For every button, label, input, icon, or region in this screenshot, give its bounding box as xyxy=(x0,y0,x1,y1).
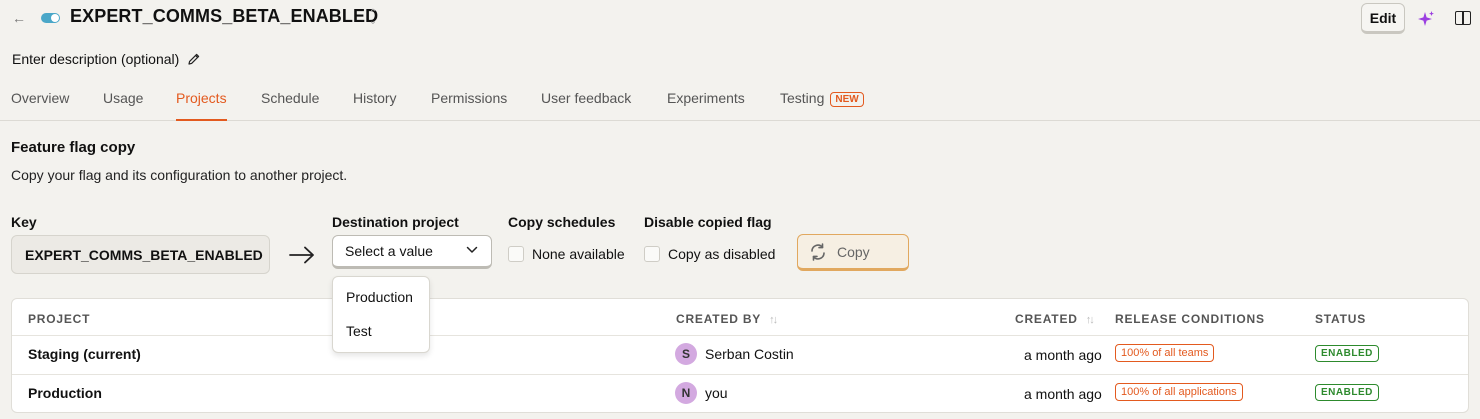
tab-bar: Overview Usage Projects Schedule History… xyxy=(0,80,1480,121)
copy-as-disabled-checkbox[interactable] xyxy=(644,246,660,262)
column-header-status: STATUS xyxy=(1315,312,1367,326)
destination-project-label: Destination project xyxy=(332,214,459,230)
description-field[interactable]: Enter description (optional) xyxy=(12,51,201,67)
dropdown-option-test[interactable]: Test xyxy=(346,323,372,339)
copy-schedules-option: None available xyxy=(532,246,625,262)
column-header-created-label: CREATED xyxy=(1015,312,1078,326)
tab-experiments[interactable]: Experiments xyxy=(667,90,745,121)
sort-icon: ↑↓ xyxy=(1085,314,1095,326)
column-header-created-by[interactable]: CREATED BY ↑↓ xyxy=(676,312,778,326)
status-badge: ENABLED xyxy=(1315,345,1379,362)
copy-schedules-label: Copy schedules xyxy=(508,214,616,230)
copy-schedules-checkbox[interactable] xyxy=(508,246,524,262)
chevron-down-icon xyxy=(466,246,478,253)
dropdown-option-production[interactable]: Production xyxy=(346,289,413,305)
row-divider xyxy=(12,374,1468,375)
new-badge: NEW xyxy=(830,92,864,107)
arrow-right-icon xyxy=(289,246,314,264)
description-placeholder: Enter description (optional) xyxy=(12,51,180,67)
tab-usage[interactable]: Usage xyxy=(103,90,143,121)
status-badge: ENABLED xyxy=(1315,384,1379,401)
created-by: you xyxy=(705,385,728,401)
ai-sparkle-icon[interactable] xyxy=(1416,9,1436,29)
disable-copied-flag-label: Disable copied flag xyxy=(644,214,772,230)
release-condition-badge: 100% of all teams xyxy=(1115,344,1215,362)
key-value-field: EXPERT_COMMS_BETA_ENABLED xyxy=(11,235,270,274)
column-header-created-by-label: CREATED BY xyxy=(676,312,762,326)
tab-testing-label: Testing xyxy=(780,90,825,106)
created-by: Serban Costin xyxy=(705,346,794,362)
tab-overview[interactable]: Overview xyxy=(11,90,69,121)
header-divider xyxy=(12,335,1468,336)
chevron-expand-icon[interactable]: ⌃ ⌄ xyxy=(366,9,380,27)
release-condition-badge: 100% of all applications xyxy=(1115,383,1243,401)
column-header-project: PROJECT xyxy=(28,312,91,326)
tab-schedule[interactable]: Schedule xyxy=(261,90,319,121)
edit-button[interactable]: Edit xyxy=(1361,3,1405,34)
created-date: a month ago xyxy=(1024,347,1102,363)
tab-history[interactable]: History xyxy=(353,90,397,121)
pencil-icon xyxy=(188,53,200,65)
destination-project-dropdown: Production Test xyxy=(332,276,430,353)
column-header-created[interactable]: CREATED ↑↓ xyxy=(1015,312,1095,326)
copy-button-label: Copy xyxy=(837,243,870,260)
sync-icon xyxy=(811,242,825,261)
copy-button[interactable]: Copy xyxy=(797,234,909,271)
column-header-release-conditions: RELEASE CONDITIONS xyxy=(1115,312,1265,326)
tab-permissions[interactable]: Permissions xyxy=(431,90,507,121)
select-placeholder: Select a value xyxy=(345,243,433,259)
destination-project-select[interactable]: Select a value xyxy=(332,235,492,269)
page-title: EXPERT_COMMS_BETA_ENABLED xyxy=(70,6,379,26)
copy-as-disabled-option: Copy as disabled xyxy=(668,246,776,262)
project-name[interactable]: Production xyxy=(28,385,102,401)
section-title: Feature flag copy xyxy=(11,139,136,156)
avatar: S xyxy=(675,343,697,365)
avatar: N xyxy=(675,382,697,404)
section-subtitle: Copy your flag and its configuration to … xyxy=(11,167,348,183)
created-date: a month ago xyxy=(1024,386,1102,402)
back-arrow-icon[interactable]: ← xyxy=(10,9,28,27)
sort-icon: ↑↓ xyxy=(769,314,778,326)
project-name[interactable]: Staging (current) xyxy=(28,346,141,362)
key-label: Key xyxy=(11,214,37,230)
tab-user-feedback[interactable]: User feedback xyxy=(541,90,631,121)
tab-testing[interactable]: Testing NEW xyxy=(780,90,864,121)
feature-flag-toggle-icon xyxy=(41,13,60,23)
side-panel-icon[interactable] xyxy=(1455,11,1471,25)
projects-table: PROJECT CREATED BY ↑↓ CREATED ↑↓ RELEASE C… xyxy=(11,298,1469,413)
tab-projects[interactable]: Projects xyxy=(176,90,227,121)
